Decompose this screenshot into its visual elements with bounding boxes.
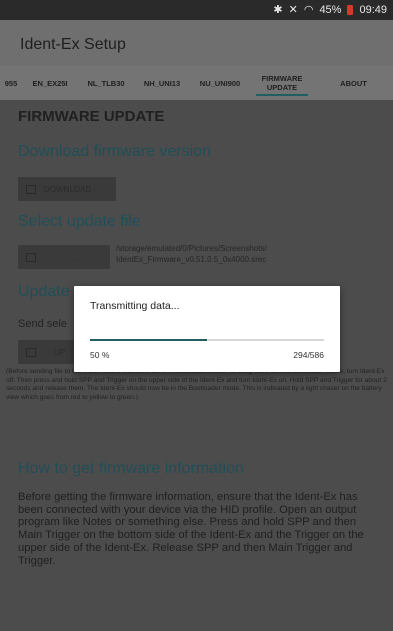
tab-firmware-update[interactable]: FIRMWARE UPDATE (250, 66, 314, 100)
update-title: Update (18, 283, 70, 300)
battery-icon (347, 4, 354, 15)
download-title: Download firmware version (18, 143, 211, 160)
progress-bar (90, 339, 324, 341)
tab-bar: 955 EN_EX25I NL_TLB30 NH_UNI13 NU_UNI900… (0, 66, 393, 100)
dialog-message: Transmitting data... (90, 300, 180, 312)
download-label: DOWNLOAD (44, 184, 92, 194)
mute-icon: ✕ (288, 4, 298, 16)
upload-icon (26, 347, 36, 357)
battery-percent: 45% (319, 3, 342, 16)
wifi-icon: ◠ (303, 4, 314, 16)
update-button[interactable]: UP (18, 340, 78, 364)
progress-dialog: Transmitting data... 50 % 294/586 (74, 286, 340, 372)
bootloader-instructions: (Before sending file to Ident-Ex, ensure… (6, 368, 387, 402)
select-file-title: Select update file (18, 213, 141, 230)
status-bar: ✱ ✕ ◠ 45% 09:49 (0, 0, 393, 20)
page-title: FIRMWARE UPDATE (18, 108, 165, 125)
file-icon (26, 252, 36, 262)
tab-nu-uni900[interactable]: NU_UNI900 (190, 66, 250, 100)
download-icon (26, 184, 36, 194)
selected-file-path: /storage/emulated/0/Pictures/Screenshots… (116, 244, 267, 264)
select-file-button[interactable]: ... (18, 245, 110, 269)
clock: 09:49 (359, 3, 387, 16)
download-button[interactable]: DOWNLOAD (18, 177, 116, 201)
progress-count: 294/586 (293, 350, 324, 360)
tab-955[interactable]: 955 (0, 66, 22, 100)
tab-en-ex25i[interactable]: EN_EX25I (22, 66, 78, 100)
app-bar: Ident-Ex Setup (0, 20, 393, 66)
howto-text: Before getting the firmware information,… (18, 491, 364, 567)
app-title: Ident-Ex Setup (20, 36, 126, 53)
send-label: Send sele (18, 318, 67, 330)
tab-nl-tlb30[interactable]: NL_TLB30 (78, 66, 134, 100)
progress-percent: 50 % (90, 350, 110, 360)
progress-fill (90, 339, 207, 341)
update-label: UP (54, 347, 66, 357)
tab-nh-uni13[interactable]: NH_UNI13 (134, 66, 190, 100)
howto-title: How to get firmware information (18, 460, 244, 477)
tab-about[interactable]: ABOUT (314, 66, 393, 100)
bluetooth-icon: ✱ (273, 4, 283, 16)
select-file-label: ... (70, 252, 77, 262)
